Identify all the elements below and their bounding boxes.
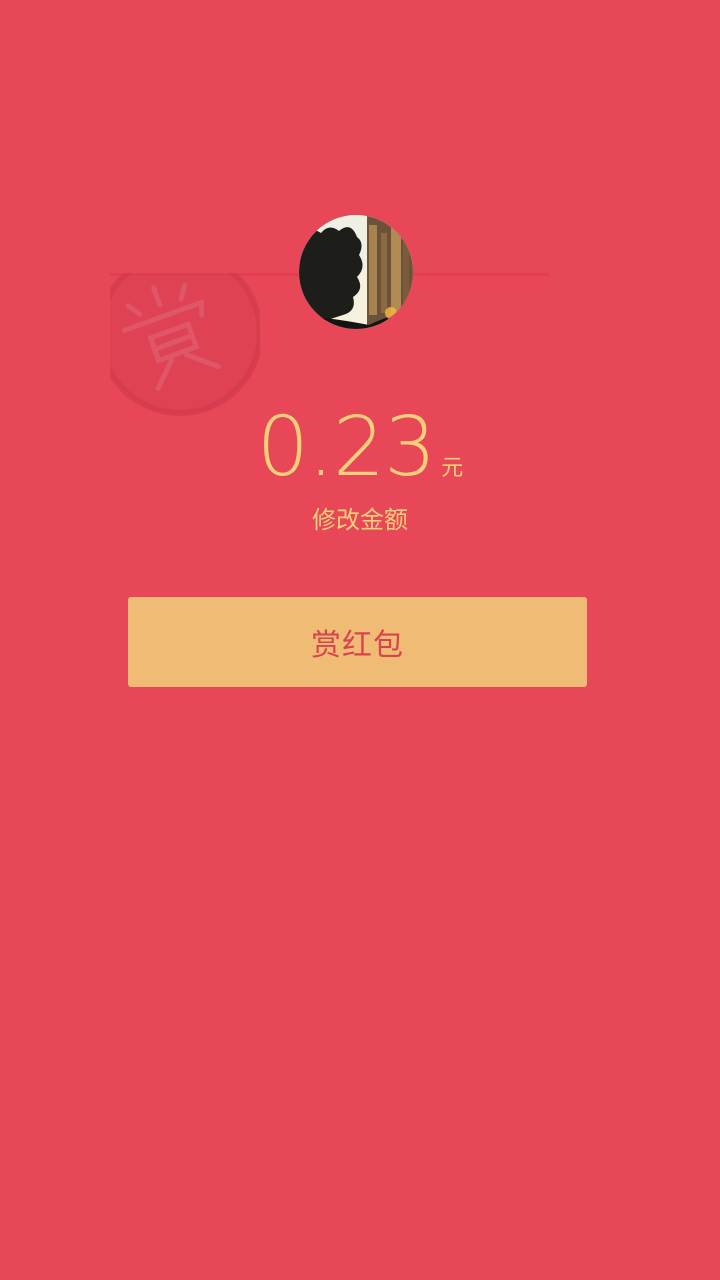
amount-unit: 元 <box>441 456 464 481</box>
edit-amount-link[interactable]: 修改金额 <box>0 500 720 540</box>
amount-value: 0.23 <box>256 400 437 495</box>
user-avatar <box>299 215 413 329</box>
reward-button-label: 赏红包 <box>311 628 404 663</box>
reward-button[interactable]: 赏红包 <box>128 597 587 687</box>
reward-screen: 0.23 元 修改金额 赏红包 <box>0 0 720 1280</box>
amount-display: 0.23 元 <box>0 398 720 498</box>
